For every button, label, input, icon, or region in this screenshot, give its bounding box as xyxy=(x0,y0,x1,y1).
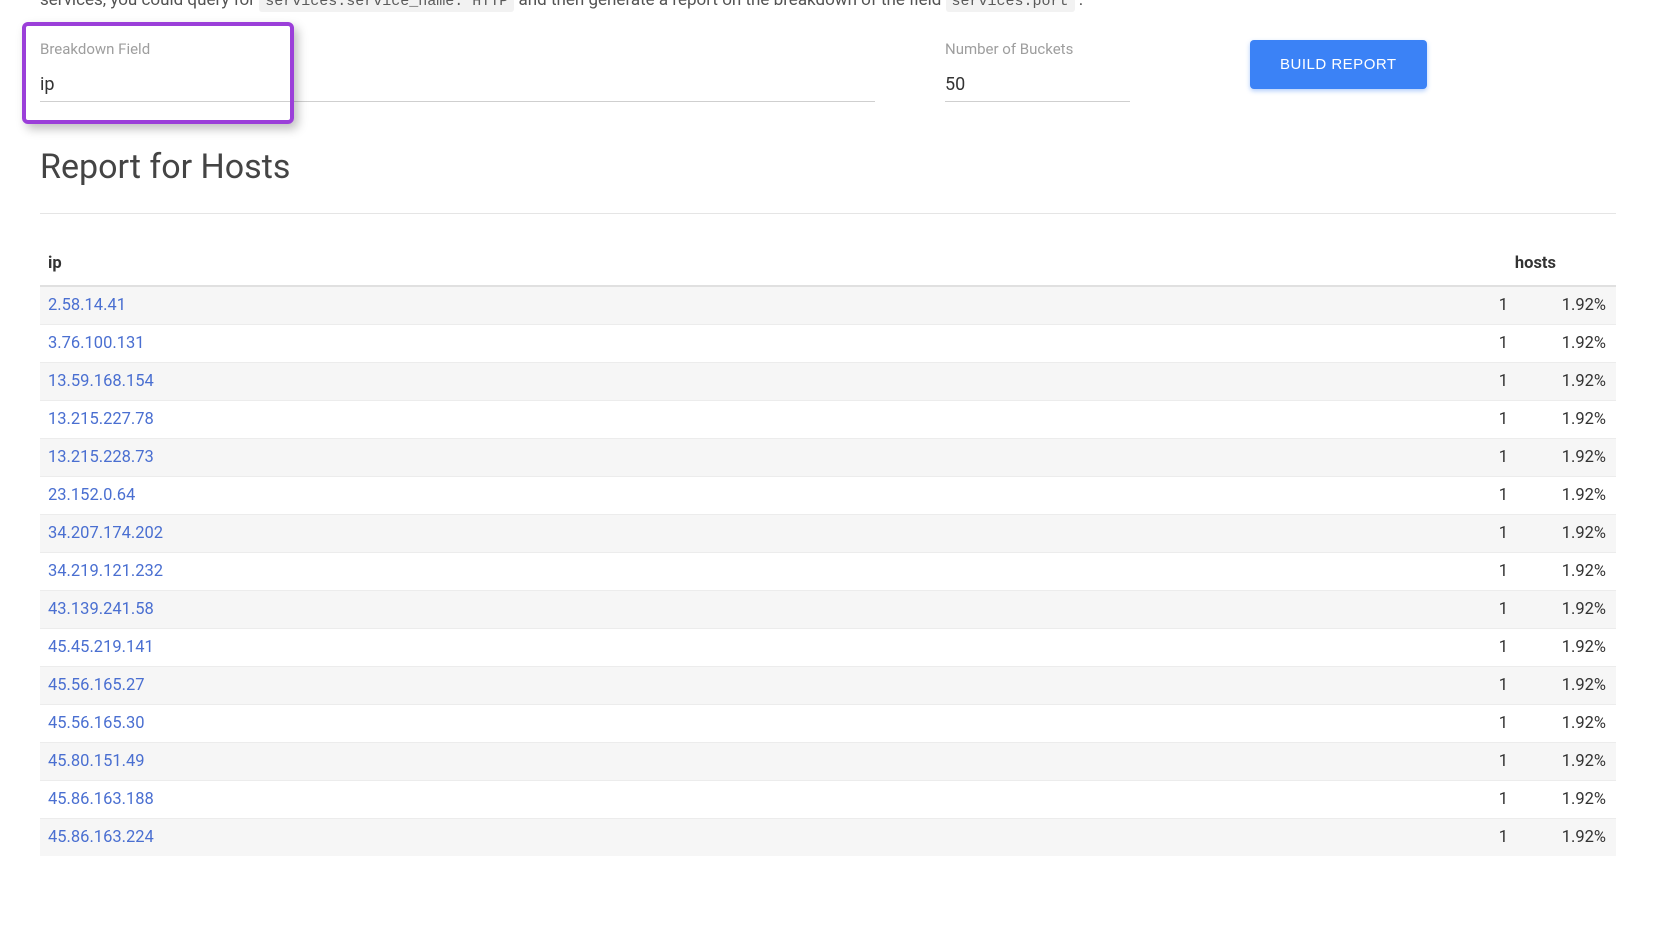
col-header-ip: ip xyxy=(40,244,1456,286)
ip-cell: 45.56.165.27 xyxy=(40,667,1456,705)
ip-link[interactable]: 34.219.121.232 xyxy=(48,562,163,581)
table-row: 45.80.151.49 11.92% xyxy=(40,743,1616,781)
host-percent: 1.92% xyxy=(1516,553,1616,591)
table-row: 2.58.14.41 11.92% xyxy=(40,286,1616,325)
table-row: 13.215.228.73 11.92% xyxy=(40,439,1616,477)
buckets-field-group: Number of Buckets xyxy=(945,40,1130,102)
table-row: 45.86.163.224 11.92% xyxy=(40,819,1616,857)
host-percent: 1.92% xyxy=(1516,667,1616,705)
intro-code-1: services.service_name: HTTP xyxy=(259,0,514,12)
breakdown-field-input[interactable] xyxy=(40,70,875,102)
host-percent: 1.92% xyxy=(1516,325,1616,363)
ip-cell: 23.152.0.64 xyxy=(40,477,1456,515)
table-row: 13.215.227.78 11.92% xyxy=(40,401,1616,439)
ip-cell: 45.45.219.141 xyxy=(40,629,1456,667)
ip-link[interactable]: 23.152.0.64 xyxy=(48,486,135,505)
buckets-field-label: Number of Buckets xyxy=(945,40,1130,58)
ip-link[interactable]: 2.58.14.41 xyxy=(48,296,126,315)
host-count: 1 xyxy=(1456,515,1516,553)
ip-cell: 45.80.151.49 xyxy=(40,743,1456,781)
host-percent: 1.92% xyxy=(1516,401,1616,439)
table-row: 13.59.168.154 11.92% xyxy=(40,363,1616,401)
host-percent: 1.92% xyxy=(1516,286,1616,325)
breakdown-field-group: Breakdown Field xyxy=(40,40,875,102)
ip-link[interactable]: 45.56.165.30 xyxy=(48,714,145,733)
col-header-hosts: hosts xyxy=(1456,244,1616,286)
host-percent: 1.92% xyxy=(1516,781,1616,819)
intro-prefix: services, you could query for xyxy=(40,0,259,10)
report-title: Report for Hosts xyxy=(40,147,1616,187)
table-row: 23.152.0.64 11.92% xyxy=(40,477,1616,515)
ip-cell: 13.215.227.78 xyxy=(40,401,1456,439)
host-count: 1 xyxy=(1456,286,1516,325)
report-table: ip hosts 2.58.14.4111.92%3.76.100.13111.… xyxy=(40,244,1616,856)
host-count: 1 xyxy=(1456,553,1516,591)
ip-link[interactable]: 45.56.165.27 xyxy=(48,676,145,695)
buckets-field-input[interactable] xyxy=(945,70,1130,102)
host-percent: 1.92% xyxy=(1516,363,1616,401)
host-count: 1 xyxy=(1456,819,1516,857)
ip-cell: 2.58.14.41 xyxy=(40,286,1456,325)
separator xyxy=(40,213,1616,214)
host-percent: 1.92% xyxy=(1516,515,1616,553)
table-row: 45.56.165.30 11.92% xyxy=(40,705,1616,743)
ip-link[interactable]: 45.86.163.188 xyxy=(48,790,154,809)
host-count: 1 xyxy=(1456,629,1516,667)
host-count: 1 xyxy=(1456,743,1516,781)
host-count: 1 xyxy=(1456,439,1516,477)
ip-link[interactable]: 34.207.174.202 xyxy=(48,524,163,543)
table-row: 34.207.174.202 11.92% xyxy=(40,515,1616,553)
ip-cell: 3.76.100.131 xyxy=(40,325,1456,363)
intro-suffix: . xyxy=(1079,0,1083,10)
ip-cell: 45.56.165.30 xyxy=(40,705,1456,743)
host-percent: 1.92% xyxy=(1516,591,1616,629)
host-percent: 1.92% xyxy=(1516,439,1616,477)
ip-cell: 13.215.228.73 xyxy=(40,439,1456,477)
host-count: 1 xyxy=(1456,363,1516,401)
ip-link[interactable]: 13.59.168.154 xyxy=(48,372,154,391)
table-row: 45.86.163.188 11.92% xyxy=(40,781,1616,819)
host-percent: 1.92% xyxy=(1516,819,1616,857)
table-row: 3.76.100.131 11.92% xyxy=(40,325,1616,363)
table-row: 43.139.241.58 11.92% xyxy=(40,591,1616,629)
intro-code-2: services.port xyxy=(946,0,1075,12)
table-row: 34.219.121.232 11.92% xyxy=(40,553,1616,591)
table-row: 45.56.165.27 11.92% xyxy=(40,667,1616,705)
host-percent: 1.92% xyxy=(1516,743,1616,781)
breakdown-field-label: Breakdown Field xyxy=(40,40,875,58)
ip-cell: 34.219.121.232 xyxy=(40,553,1456,591)
intro-mid: and then generate a report on the breakd… xyxy=(519,0,946,10)
host-count: 1 xyxy=(1456,325,1516,363)
host-percent: 1.92% xyxy=(1516,477,1616,515)
ip-link[interactable]: 45.86.163.224 xyxy=(48,828,154,847)
ip-link[interactable]: 45.45.219.141 xyxy=(48,638,154,657)
ip-link[interactable]: 43.139.241.58 xyxy=(48,600,154,619)
host-count: 1 xyxy=(1456,705,1516,743)
intro-text: services, you could query for services.s… xyxy=(40,0,1616,10)
build-report-button[interactable]: BUILD REPORT xyxy=(1250,40,1427,89)
ip-cell: 13.59.168.154 xyxy=(40,363,1456,401)
host-percent: 1.92% xyxy=(1516,705,1616,743)
ip-cell: 45.86.163.224 xyxy=(40,819,1456,857)
ip-cell: 34.207.174.202 xyxy=(40,515,1456,553)
ip-link[interactable]: 13.215.228.73 xyxy=(48,448,154,467)
ip-link[interactable]: 13.215.227.78 xyxy=(48,410,154,429)
host-count: 1 xyxy=(1456,667,1516,705)
table-row: 45.45.219.141 11.92% xyxy=(40,629,1616,667)
host-count: 1 xyxy=(1456,401,1516,439)
host-count: 1 xyxy=(1456,591,1516,629)
ip-link[interactable]: 3.76.100.131 xyxy=(48,334,145,353)
report-form: Breakdown Field Number of Buckets BUILD … xyxy=(40,40,1616,102)
host-count: 1 xyxy=(1456,477,1516,515)
host-percent: 1.92% xyxy=(1516,629,1616,667)
ip-cell: 43.139.241.58 xyxy=(40,591,1456,629)
ip-link[interactable]: 45.80.151.49 xyxy=(48,752,145,771)
ip-cell: 45.86.163.188 xyxy=(40,781,1456,819)
host-count: 1 xyxy=(1456,781,1516,819)
